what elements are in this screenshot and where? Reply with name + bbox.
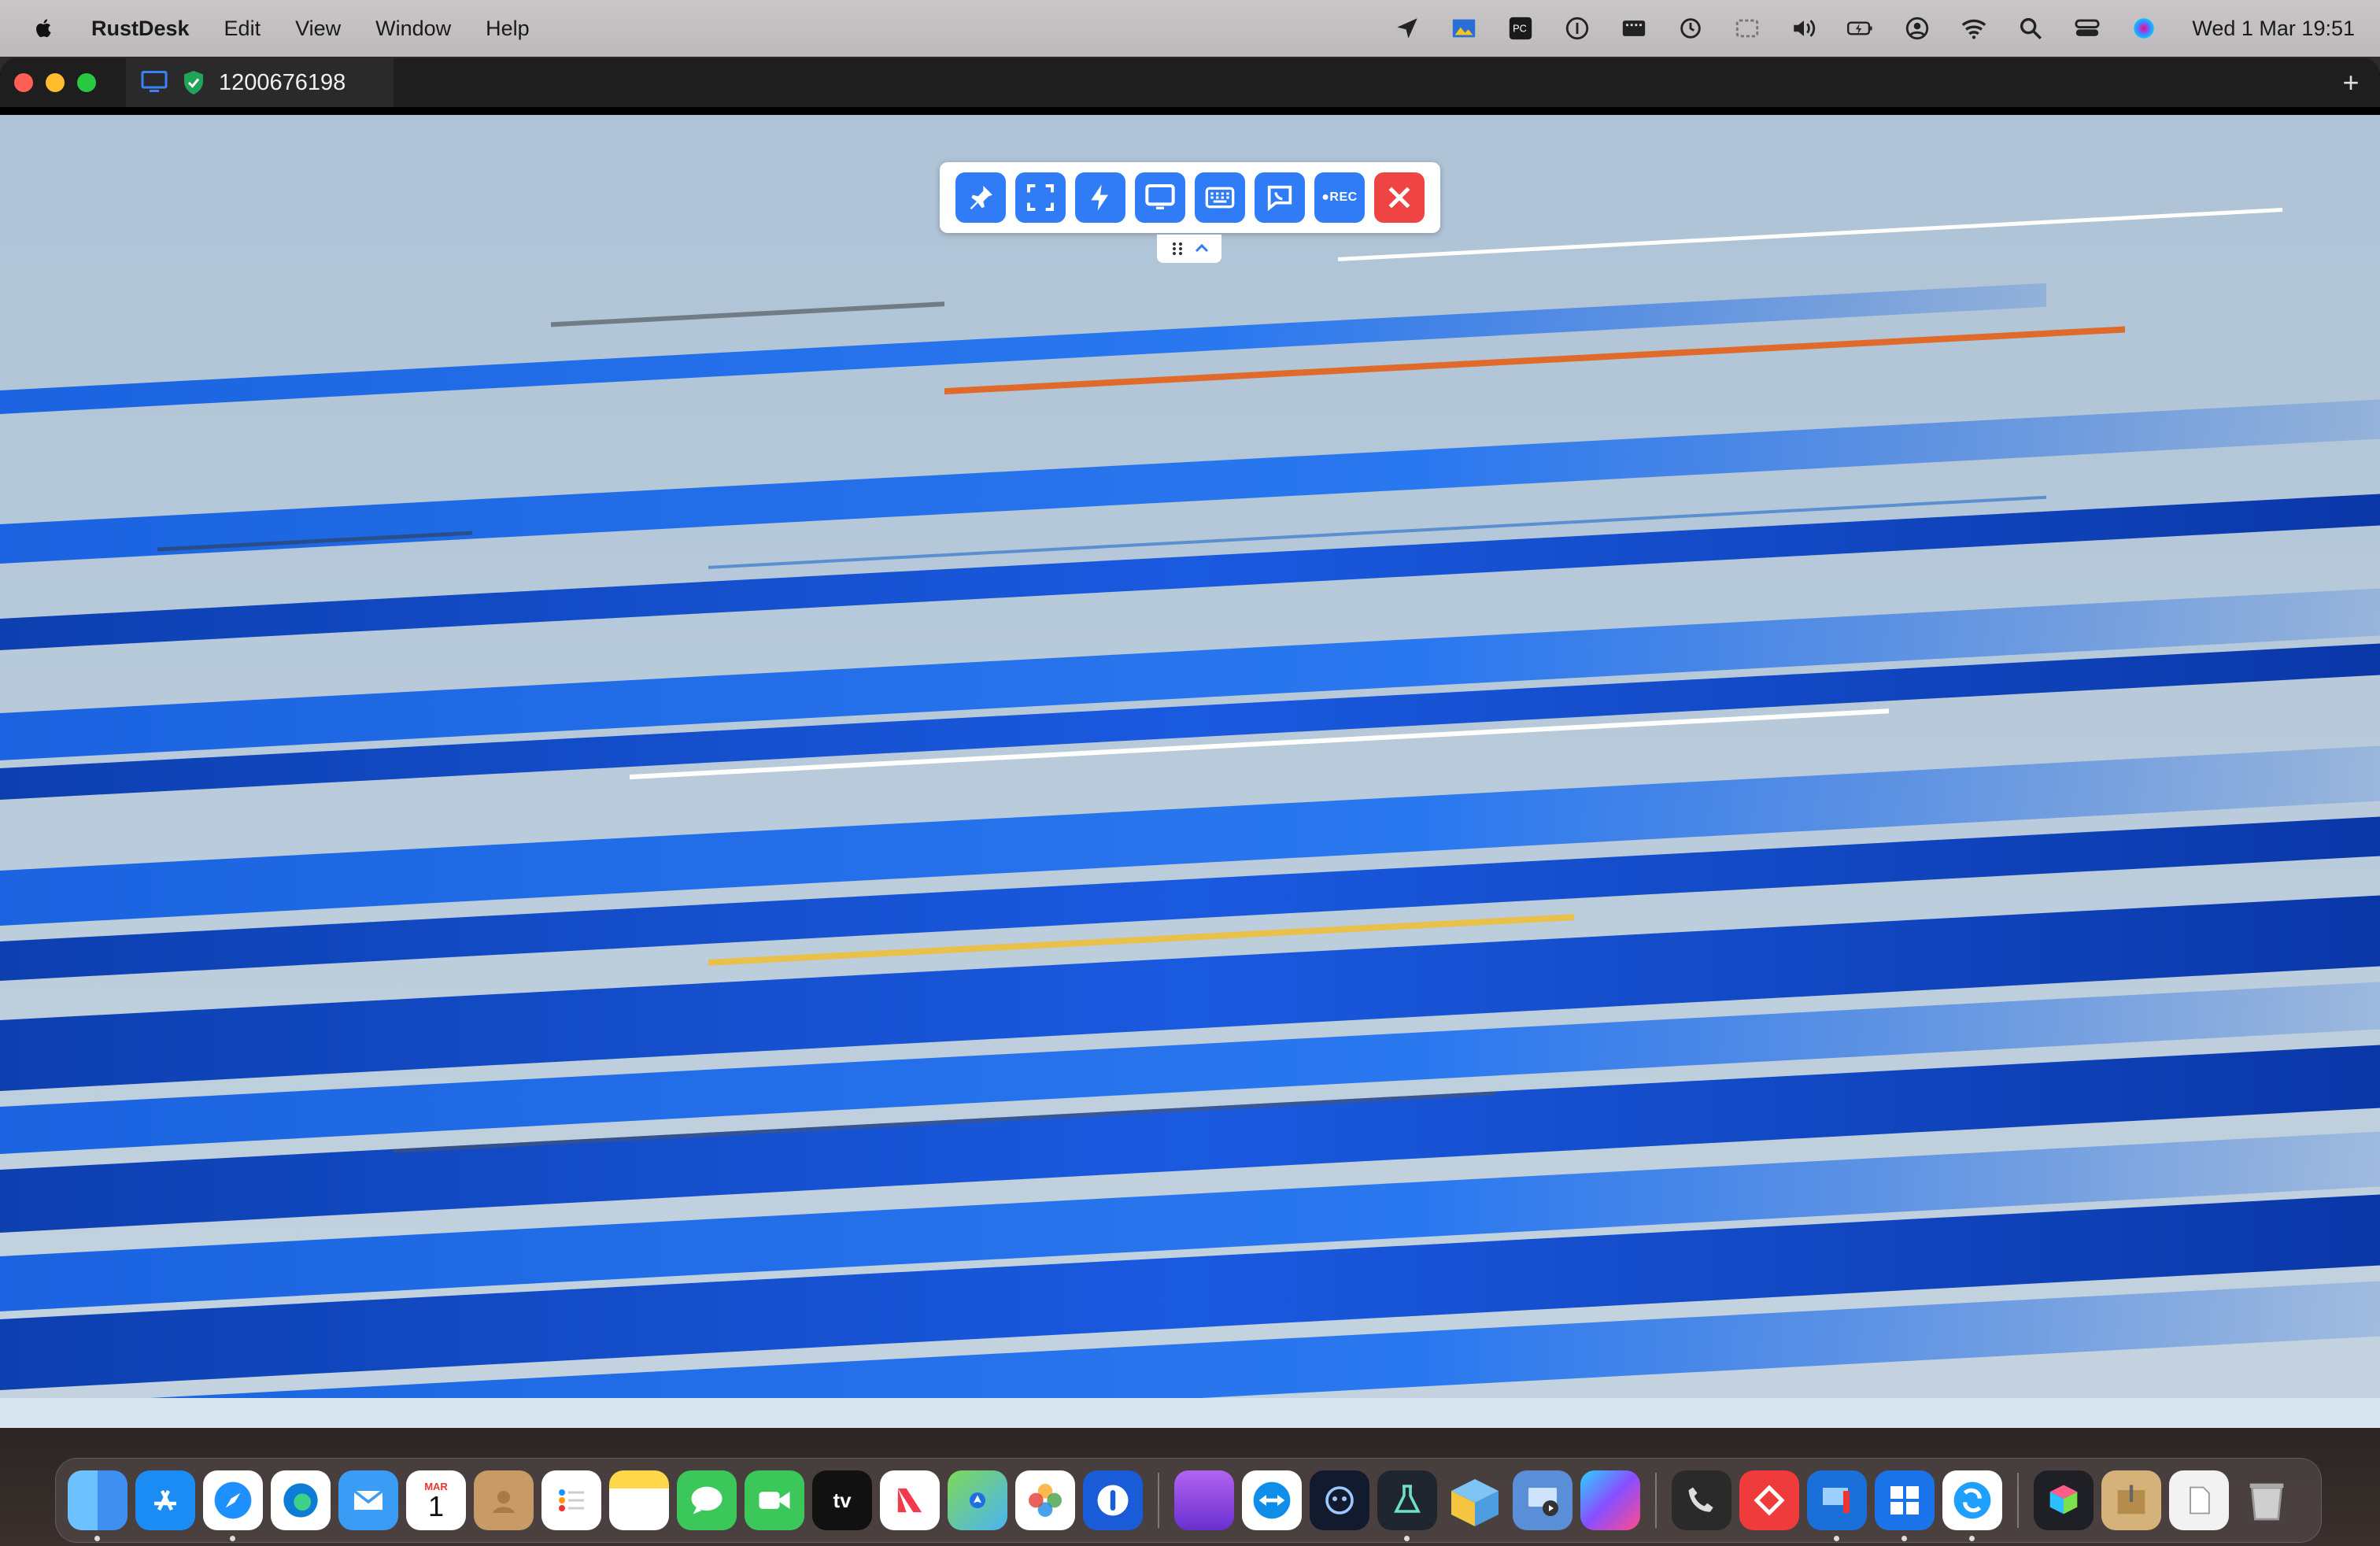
- rustdesk-window: 1200676198 + ●REC: [0, 58, 2380, 1428]
- dock-safari-icon[interactable]: [203, 1470, 263, 1541]
- dock-maps-icon[interactable]: [948, 1470, 1007, 1530]
- dock-teamviewer-icon[interactable]: [1242, 1470, 1302, 1530]
- menu-window[interactable]: Window: [375, 17, 451, 41]
- image-capture-icon[interactable]: [1449, 13, 1479, 43]
- dock-windows-app-icon[interactable]: [1875, 1470, 1935, 1541]
- dock-phone-icon[interactable]: [1672, 1470, 1731, 1530]
- fullscreen-icon: [1027, 184, 1054, 211]
- close-window-button[interactable]: [14, 73, 33, 92]
- dock-screen-share-icon[interactable]: [1513, 1470, 1572, 1530]
- dock-mail-icon[interactable]: [338, 1470, 398, 1530]
- dock-reminders-icon[interactable]: [541, 1470, 601, 1530]
- remote-desktop-view[interactable]: ●REC: [0, 115, 2380, 1428]
- dock-tv-icon[interactable]: tv: [812, 1470, 872, 1530]
- status-area: PC Wed 1 Mar 19:51: [1392, 0, 2355, 57]
- volume-icon[interactable]: [1789, 13, 1819, 43]
- dock-app-store-icon[interactable]: [135, 1470, 195, 1530]
- dock-contacts-icon[interactable]: [474, 1470, 534, 1530]
- pycharm-icon[interactable]: PC: [1506, 13, 1536, 43]
- collapse-toolbar-icon[interactable]: [1192, 239, 1211, 258]
- app-name-menu[interactable]: RustDesk: [91, 17, 190, 41]
- dock-finder-icon[interactable]: [68, 1470, 128, 1541]
- dock-flask-icon[interactable]: [1377, 1470, 1437, 1541]
- dock-1password-icon[interactable]: [1083, 1470, 1143, 1530]
- dock-notes-icon[interactable]: [609, 1470, 669, 1530]
- drag-grip-icon[interactable]: [1168, 239, 1187, 258]
- dock-rustdesk-icon[interactable]: [1942, 1470, 2002, 1541]
- toolbar-drag-handle[interactable]: [1157, 235, 1221, 263]
- dock-photos-icon[interactable]: [1015, 1470, 1075, 1530]
- menu-edit[interactable]: Edit: [224, 17, 261, 41]
- window-controls: [14, 73, 96, 92]
- secure-shield-icon: [184, 71, 203, 94]
- remote-wallpaper: [0, 115, 2380, 1428]
- apple-menu-icon[interactable]: [27, 11, 61, 46]
- dock-calendar-icon[interactable]: MAR 1: [406, 1470, 466, 1530]
- menu-clock[interactable]: Wed 1 Mar 19:51: [2192, 17, 2355, 41]
- keyboard-button[interactable]: [1195, 172, 1245, 223]
- display-icon: [1145, 184, 1175, 209]
- battery-icon[interactable]: [1846, 13, 1876, 43]
- dock-remote-desktop-icon[interactable]: [1807, 1470, 1867, 1541]
- onepassword-icon[interactable]: [1562, 13, 1592, 43]
- wifi-icon[interactable]: [1959, 13, 1989, 43]
- menu-help[interactable]: Help: [486, 17, 530, 41]
- control-center-icon[interactable]: [2072, 13, 2102, 43]
- dock-window-manager-icon[interactable]: [1174, 1470, 1234, 1530]
- dock-bot-icon[interactable]: [1310, 1470, 1369, 1530]
- svg-text:PC: PC: [1513, 22, 1527, 34]
- dock-anydesk-icon[interactable]: [1739, 1470, 1799, 1530]
- desktop-bottom: MAR 1 tv: [0, 1428, 2380, 1546]
- title-bar: 1200676198 +: [0, 58, 2380, 107]
- tab-title: 1200676198: [219, 69, 346, 95]
- session-toolbar: ●REC: [940, 162, 1440, 233]
- dock-box-app-icon[interactable]: [2034, 1470, 2094, 1530]
- calendar-day: 1: [427, 1489, 445, 1522]
- chat-icon: [1267, 185, 1292, 212]
- dock-facetime-icon[interactable]: [745, 1470, 804, 1530]
- session-tab[interactable]: 1200676198: [126, 58, 394, 107]
- dock-news-icon[interactable]: [880, 1470, 940, 1530]
- pin-toolbar-button[interactable]: [955, 172, 1006, 223]
- actions-button[interactable]: [1075, 172, 1125, 223]
- dock-downloads-icon[interactable]: [2169, 1470, 2229, 1530]
- record-button[interactable]: ●REC: [1314, 172, 1365, 223]
- dock-trash-icon[interactable]: [2237, 1470, 2297, 1530]
- dock-mail-archive-icon[interactable]: [1445, 1470, 1505, 1530]
- menu-view[interactable]: View: [295, 17, 341, 41]
- location-icon[interactable]: [1392, 13, 1422, 43]
- time-machine-icon[interactable]: [1676, 13, 1706, 43]
- remote-desktop-icon: [141, 71, 168, 92]
- action-icon: [1091, 184, 1108, 211]
- fullscreen-button[interactable]: [1015, 172, 1066, 223]
- dock: MAR 1 tv: [55, 1458, 2322, 1543]
- user-icon[interactable]: [1902, 13, 1932, 43]
- minimize-window-button[interactable]: [46, 73, 65, 92]
- close-icon: [1388, 187, 1410, 209]
- zoom-window-button[interactable]: [77, 73, 96, 92]
- chat-button[interactable]: [1255, 172, 1305, 223]
- dock-separator: [1158, 1473, 1159, 1528]
- display-button[interactable]: [1135, 172, 1185, 223]
- record-icon: ●REC: [1321, 190, 1358, 204]
- close-session-button[interactable]: [1374, 172, 1425, 223]
- dock-archive-utility-icon[interactable]: [2101, 1470, 2161, 1530]
- keyboard-viewer-icon[interactable]: [1619, 13, 1649, 43]
- keyboard-icon: [1205, 187, 1235, 209]
- new-tab-button[interactable]: +: [2336, 66, 2366, 98]
- siri-icon[interactable]: [2129, 13, 2159, 43]
- menu-bar: RustDesk Edit View Window Help PC Wed 1 …: [0, 0, 2380, 57]
- screen-mirror-icon[interactable]: [1732, 13, 1762, 43]
- spotlight-icon[interactable]: [2016, 13, 2046, 43]
- tv-label: tv: [833, 1488, 852, 1512]
- dock-edge-icon[interactable]: [271, 1470, 331, 1530]
- dock-screens-icon[interactable]: [1580, 1470, 1640, 1530]
- dock-separator: [2017, 1473, 2019, 1528]
- pin-icon: [970, 186, 992, 209]
- dock-messages-icon[interactable]: [677, 1470, 737, 1530]
- dock-separator: [1655, 1473, 1657, 1528]
